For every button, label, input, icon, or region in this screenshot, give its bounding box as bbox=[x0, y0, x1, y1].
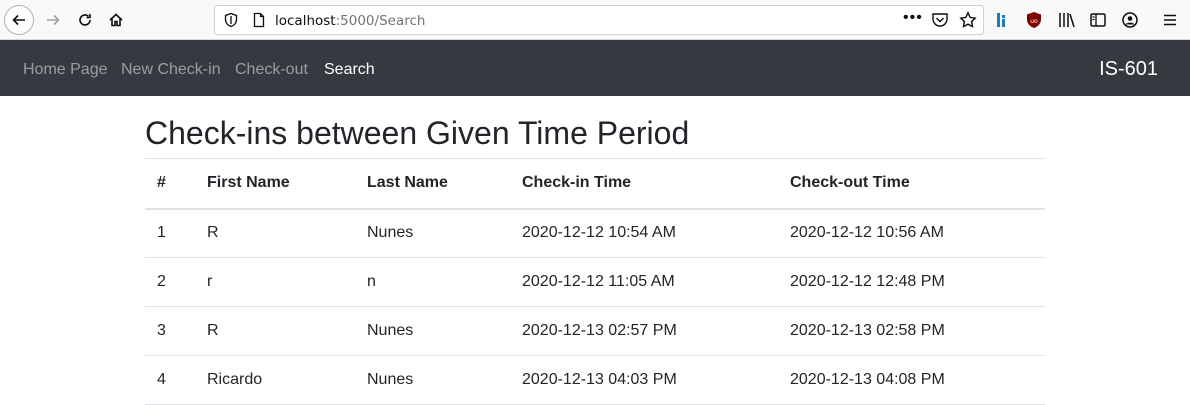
cell-first-name: R bbox=[195, 306, 355, 356]
check-ins-table: # First Name Last Name Check-in Time Che… bbox=[145, 158, 1045, 405]
url-path: :5000/Search bbox=[335, 13, 426, 29]
sidebar-icon[interactable] bbox=[1088, 10, 1108, 30]
cell-number: 4 bbox=[145, 355, 195, 405]
cell-last-name: n bbox=[355, 257, 510, 307]
nav-link-check-out[interactable]: Check-out bbox=[235, 61, 308, 79]
pocket-icon[interactable] bbox=[931, 12, 949, 33]
column-header-check-in-time: Check-in Time bbox=[510, 158, 778, 210]
cell-number: 2 bbox=[145, 257, 195, 307]
cell-first-name: R bbox=[207, 224, 219, 242]
menu-icon[interactable] bbox=[1160, 10, 1180, 30]
url-host: localhost bbox=[275, 13, 336, 29]
table-header-row: # First Name Last Name Check-in Time Che… bbox=[145, 158, 1045, 210]
cell-last-name: Nunes bbox=[367, 224, 414, 242]
cell-number: 3 bbox=[145, 306, 195, 356]
reload-button[interactable] bbox=[70, 5, 100, 35]
svg-text:uo: uo bbox=[1030, 18, 1038, 25]
cell-check-out-time: 2020-12-13 04:08 PM bbox=[778, 355, 1045, 405]
nav-link-search[interactable]: Search bbox=[324, 61, 375, 79]
account-icon[interactable] bbox=[1120, 10, 1140, 30]
url-bar[interactable]: localhost:5000/Search ••• bbox=[214, 5, 984, 35]
cell-number: 1 bbox=[157, 224, 166, 242]
column-header-check-out-time: Check-out Time bbox=[778, 158, 1045, 210]
back-icon bbox=[12, 14, 25, 26]
cell-check-in-time: 2020-12-12 11:05 AM bbox=[510, 257, 778, 307]
nav-link-home-page[interactable]: Home Page bbox=[23, 61, 108, 79]
extension-icon[interactable] bbox=[992, 10, 1012, 30]
column-header-first-name: First Name bbox=[195, 158, 355, 210]
cell-check-out-time: 2020-12-13 02:58 PM bbox=[778, 306, 1045, 356]
url-text[interactable]: localhost:5000/Search bbox=[275, 13, 425, 29]
table-row: 2 r n 2020-12-12 11:05 AM 2020-12-12 12:… bbox=[145, 257, 1045, 307]
ublock-icon[interactable]: uo bbox=[1024, 10, 1044, 30]
cell-last-name: Nunes bbox=[355, 306, 510, 356]
star-icon[interactable] bbox=[959, 11, 977, 34]
shield-icon[interactable] bbox=[223, 12, 239, 33]
table-row: 1 R Nunes 2020-12-12 10:54 AM 2020-12-12… bbox=[145, 209, 1045, 258]
page-icon[interactable] bbox=[251, 12, 267, 33]
cell-last-name: Nunes bbox=[355, 355, 510, 405]
page-actions-menu[interactable]: ••• bbox=[903, 9, 923, 27]
app-navbar: Home Page New Check-in Check-out Search … bbox=[0, 40, 1190, 96]
table-row: 3 R Nunes 2020-12-13 02:57 PM 2020-12-13… bbox=[145, 306, 1045, 356]
forward-icon bbox=[47, 14, 60, 26]
library-icon[interactable] bbox=[1057, 10, 1077, 30]
page-title: Check-ins between Given Time Period bbox=[145, 115, 690, 151]
cell-check-out-time: 2020-12-12 10:56 AM bbox=[790, 224, 944, 242]
home-icon bbox=[109, 13, 123, 27]
table-row: 4 Ricardo Nunes 2020-12-13 04:03 PM 2020… bbox=[145, 355, 1045, 405]
forward-button[interactable] bbox=[38, 5, 68, 35]
cell-check-out-time: 2020-12-12 12:48 PM bbox=[778, 257, 1045, 307]
column-header-last-name: Last Name bbox=[355, 158, 510, 210]
cell-first-name: Ricardo bbox=[195, 355, 355, 405]
cell-check-in-time: 2020-12-12 10:54 AM bbox=[522, 224, 676, 242]
cell-check-in-time: 2020-12-13 02:57 PM bbox=[510, 306, 778, 356]
nav-link-new-check-in[interactable]: New Check-in bbox=[121, 61, 221, 79]
cell-first-name: r bbox=[195, 257, 355, 307]
reload-icon bbox=[79, 14, 91, 26]
column-header-number: # bbox=[145, 158, 195, 210]
home-button[interactable] bbox=[101, 5, 131, 35]
browser-toolbar: localhost:5000/Search ••• uo bbox=[0, 0, 1190, 40]
navbar-brand[interactable]: IS-601 bbox=[1099, 58, 1158, 81]
cell-check-in-time: 2020-12-13 04:03 PM bbox=[510, 355, 778, 405]
back-button[interactable] bbox=[4, 5, 34, 35]
